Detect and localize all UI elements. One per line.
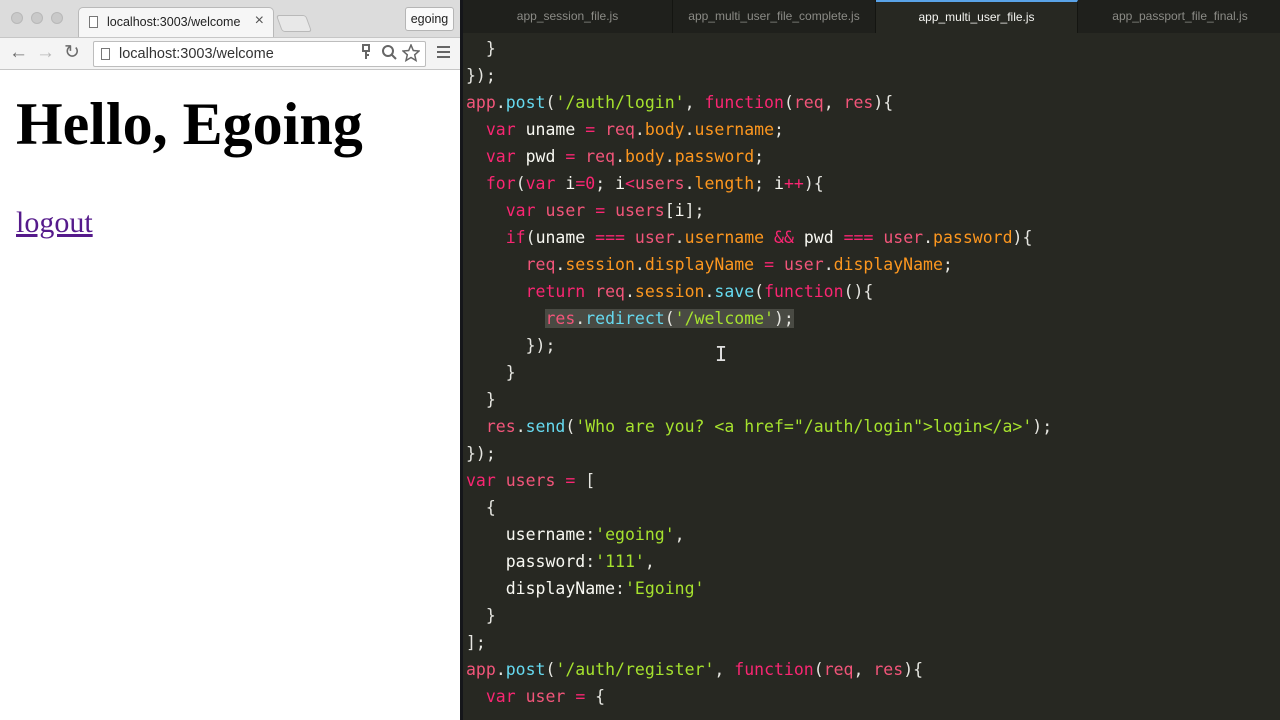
code-line[interactable]: });: [466, 62, 1052, 89]
code-line[interactable]: res.send('Who are you? <a href="/auth/lo…: [466, 413, 1052, 440]
editor-tab-app-multi-user-file[interactable]: app_multi_user_file.js: [876, 0, 1078, 33]
code-line[interactable]: var users = [: [466, 467, 1052, 494]
menu-icon[interactable]: [437, 46, 450, 61]
logout-link[interactable]: logout: [16, 206, 93, 240]
code-line[interactable]: ];: [466, 629, 1052, 656]
text-cursor-icon: I: [715, 342, 728, 366]
code-area[interactable]: }}); app.post('/auth/login', function(req…: [466, 35, 1052, 710]
page-content: Hello, Egoing logout: [0, 70, 460, 720]
code-line[interactable]: });: [466, 440, 1052, 467]
key-icon[interactable]: [361, 44, 371, 64]
editor-tabs: app_session_file.js app_multi_user_file_…: [463, 0, 1280, 33]
editor-tab-app-session-file[interactable]: app_session_file.js: [463, 0, 673, 33]
code-line[interactable]: var uname = req.body.username;: [466, 116, 1052, 143]
code-line[interactable]: app.post('/auth/login', function(req, re…: [466, 89, 1052, 116]
browser-window: localhost:3003/welcome × egoing ← → ↻ lo…: [0, 0, 460, 720]
code-line[interactable]: });: [466, 332, 1052, 359]
url-text[interactable]: localhost:3003/welcome: [119, 46, 274, 62]
reload-icon[interactable]: ↻: [64, 43, 80, 63]
close-window-button[interactable]: [11, 12, 23, 24]
code-line[interactable]: var user = users[i];: [466, 197, 1052, 224]
code-line[interactable]: }: [466, 602, 1052, 629]
zoom-window-button[interactable]: [51, 12, 63, 24]
page-heading: Hello, Egoing: [16, 91, 363, 157]
page-icon: [101, 48, 110, 60]
code-line[interactable]: if(uname === user.username && pwd === us…: [466, 224, 1052, 251]
code-line[interactable]: password:'111',: [466, 548, 1052, 575]
back-arrow-icon[interactable]: ←: [9, 43, 28, 63]
code-line[interactable]: res.redirect('/welcome');: [466, 305, 1052, 332]
minimize-window-button[interactable]: [31, 12, 43, 24]
code-line[interactable]: {: [466, 494, 1052, 521]
code-line[interactable]: displayName:'Egoing': [466, 575, 1052, 602]
code-line[interactable]: }: [466, 359, 1052, 386]
forward-arrow-icon[interactable]: →: [36, 43, 55, 63]
page-icon: [89, 16, 98, 28]
code-line[interactable]: }: [466, 386, 1052, 413]
profile-button[interactable]: egoing: [405, 7, 454, 31]
browser-tab[interactable]: localhost:3003/welcome ×: [78, 7, 274, 37]
tab-title: localhost:3003/welcome: [107, 15, 241, 29]
code-line[interactable]: for(var i=0; i<users.length; i++){: [466, 170, 1052, 197]
editor-tab-app-passport-file-final[interactable]: app_passport_file_final.js: [1078, 0, 1280, 33]
zoom-icon[interactable]: [381, 44, 397, 66]
new-tab-button[interactable]: [275, 15, 313, 32]
code-line[interactable]: req.session.displayName = user.displayNa…: [466, 251, 1052, 278]
editor-tab-app-multi-user-file-complete[interactable]: app_multi_user_file_complete.js: [673, 0, 876, 33]
code-line[interactable]: username:'egoing',: [466, 521, 1052, 548]
tab-close-icon[interactable]: ×: [255, 12, 264, 30]
address-bar[interactable]: localhost:3003/welcome: [93, 41, 426, 67]
code-line[interactable]: return req.session.save(function(){: [466, 278, 1052, 305]
code-line[interactable]: var pwd = req.body.password;: [466, 143, 1052, 170]
browser-toolbar: ← → ↻ localhost:3003/welcome: [0, 37, 460, 70]
code-line[interactable]: app.post('/auth/register', function(req,…: [466, 656, 1052, 683]
code-line[interactable]: var user = {: [466, 683, 1052, 710]
code-editor: app_session_file.js app_multi_user_file_…: [460, 0, 1280, 720]
code-line[interactable]: }: [466, 35, 1052, 62]
bookmark-star-icon[interactable]: [401, 43, 421, 66]
browser-tabstrip: localhost:3003/welcome × egoing: [0, 0, 460, 37]
